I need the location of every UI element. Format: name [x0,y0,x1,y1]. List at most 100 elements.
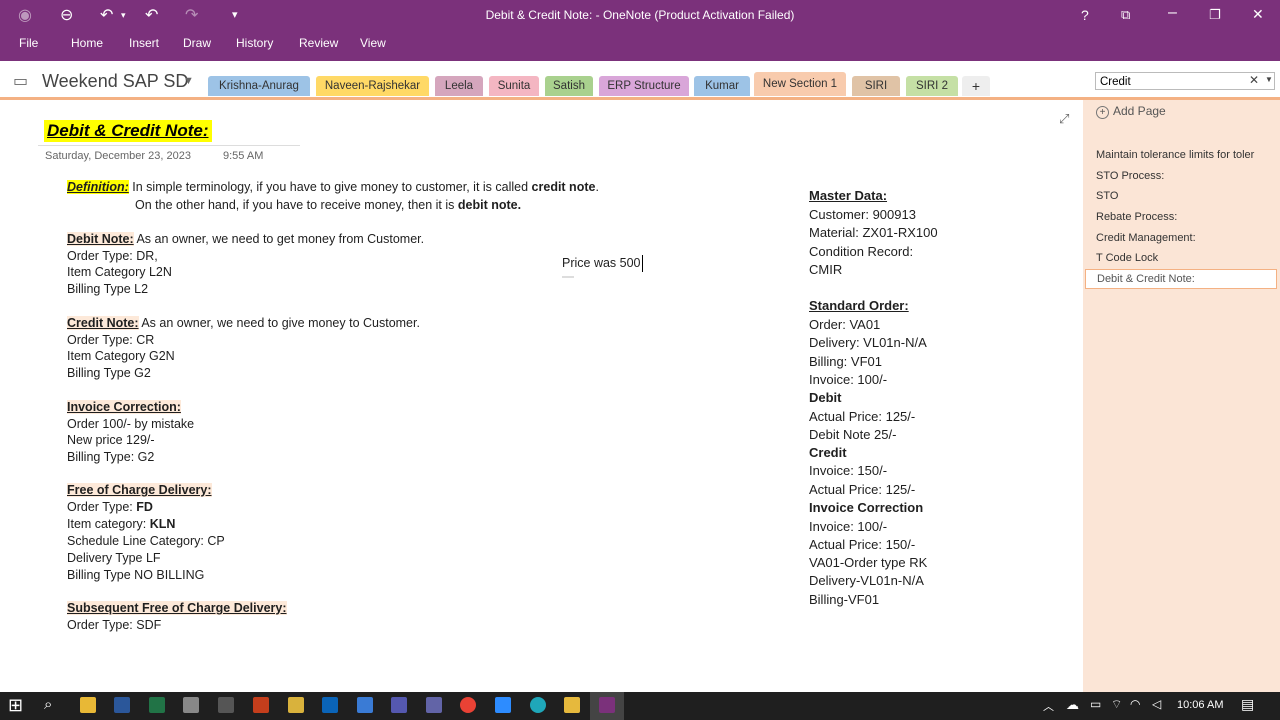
expand-icon[interactable]: ⤢ [1059,111,1069,127]
invoice-correction-heading: Invoice Correction: [67,400,181,414]
right-debit-line: Debit Note 25/- [809,427,897,442]
credit-note-heading-line: Credit Note: As an owner, we need to giv… [67,315,420,332]
invoice-correction-heading-line: Invoice Correction: [67,399,181,416]
help-icon[interactable]: ? [1081,7,1089,23]
chevron-down-icon[interactable]: ▼ [183,75,194,87]
wifi-icon[interactable]: ◠ [1130,697,1140,711]
tab-view[interactable]: View [360,36,386,50]
clear-search-icon[interactable]: ✕ [1249,73,1259,87]
std-line: Order: VA01 [809,317,881,332]
definition-line1: Definition: In simple terminology, if yo… [67,180,599,194]
cloud-icon[interactable]: ☁ [1066,697,1079,713]
credit-line: Billing Type G2 [67,366,151,380]
section-tab[interactable]: SIRI [852,76,900,96]
clock[interactable]: 10:06 AM [1177,699,1223,711]
pages-pane: + Add Page Maintain tolerance limits for … [1083,100,1280,692]
page-item[interactable]: Credit Management: [1096,232,1196,244]
credit-line: Item Category G2N [67,349,175,363]
notebook-icon[interactable]: ▭ [13,71,28,91]
file-explorer-icon[interactable] [80,697,96,713]
section-tab[interactable]: Satish [545,76,593,96]
notifications-icon[interactable]: ▤ [1241,696,1254,713]
invoice-correction-label: Invoice Correction [809,500,924,515]
app-icon[interactable] [564,697,580,713]
tab-history[interactable]: History [236,36,273,50]
page-item[interactable]: Maintain tolerance limits for toler [1096,149,1254,161]
excel-icon[interactable] [149,697,165,713]
network-icon[interactable]: ⌔ [1111,697,1122,712]
word-icon[interactable] [114,697,130,713]
right-debit-line: Actual Price: 125/- [809,409,916,424]
section-tab[interactable]: Kumar [694,76,750,96]
note-container-handle[interactable] [562,276,574,278]
invoice-line: Order 100/- by mistake [67,417,195,431]
debit-line: Billing Type L2 [67,282,149,296]
minimize-icon[interactable]: – [1168,4,1177,22]
restore-icon[interactable]: ❐ [1209,7,1221,23]
fullscreen-icon[interactable]: ⧉ [1121,7,1130,23]
settings-icon[interactable] [218,697,234,713]
page-item[interactable]: STO [1096,190,1118,202]
section-tab[interactable]: Krishna-Anurag [208,76,310,96]
windows-start-icon[interactable]: ⊞ [8,695,23,716]
battery-icon[interactable]: ▭ [1090,697,1101,711]
add-page-button[interactable]: + Add Page [1096,104,1166,119]
debit-note-heading: Debit Note: [67,232,134,246]
std-line: Billing: VF01 [809,354,882,369]
app-icon[interactable] [183,697,199,713]
notebook-name[interactable]: Weekend SAP SD [42,71,188,92]
page-canvas[interactable]: ⤢ Debit & Credit Note: Saturday, Decembe… [0,100,1083,692]
definition-text1: In simple terminology, if you have to gi… [132,180,532,194]
search-icon[interactable]: ⌕ [44,696,52,713]
debit-line: Item Category L2N [67,265,172,279]
search-scope-icon[interactable]: ▼ [1265,75,1273,84]
add-section-button[interactable]: + [962,76,990,96]
chrome-icon[interactable] [460,697,476,713]
page-item[interactable]: Rebate Process: [1096,211,1177,223]
section-tab[interactable]: Naveen-Rajshekar [316,76,429,96]
section-tab-active[interactable]: New Section 1 [754,72,846,96]
right-credit-line: Actual Price: 125/- [809,482,916,497]
foc-heading-line: Free of Charge Delivery: [67,482,212,499]
section-tab[interactable]: Leela [435,76,483,96]
tab-home[interactable]: Home [71,36,103,50]
volume-icon[interactable]: ◁ [1152,697,1161,711]
section-tab[interactable]: Sunita [489,76,539,96]
subsequent-foc-heading: Subsequent Free of Charge Delivery: [67,601,287,615]
tab-file[interactable]: File [19,36,38,50]
tab-review[interactable]: Review [299,36,338,50]
app-icon[interactable] [288,697,304,713]
tab-draw[interactable]: Draw [183,36,211,50]
edge-icon[interactable] [530,697,546,713]
title-bar: ◉ ⊖ ↶ ▾ ↶ ↷ ▾ Debit & Credit Note: - One… [0,0,1280,31]
app-icon[interactable] [357,697,373,713]
onenote-icon [599,697,615,713]
definition-text2: On the other hand, if you have to receiv… [135,198,458,212]
subsequent-foc-heading-line: Subsequent Free of Charge Delivery: [67,600,287,617]
section-tab[interactable]: ERP Structure [599,76,689,96]
page-item-selected[interactable]: Debit & Credit Note: [1085,269,1277,289]
search-input[interactable]: Credit [1095,72,1275,90]
app-icon[interactable] [253,697,269,713]
outlook-icon[interactable] [322,697,338,713]
page-title[interactable]: Debit & Credit Note: [44,120,212,142]
page-item[interactable]: T Code Lock [1096,252,1158,264]
foc-item-category: Item category: KLN [67,516,175,533]
zoom-icon[interactable] [495,697,511,713]
chevron-up-icon[interactable]: ︿ [1043,698,1054,714]
foc-order-type: Order Type: FD [67,499,153,516]
teams-icon[interactable] [426,697,442,713]
floating-note-text[interactable]: Price was 500 [562,255,643,272]
credit-line: Order Type: CR [67,333,155,347]
teams-icon[interactable] [391,697,407,713]
invoice-line: Billing Type: G2 [67,450,155,464]
section-tab[interactable]: SIRI 2 [906,76,958,96]
credit-note-heading: Credit Note: [67,316,139,330]
foc-line: Delivery Type LF [67,551,161,565]
page-item[interactable]: STO Process: [1096,170,1164,182]
credit-label: Credit [809,445,847,460]
close-icon[interactable]: ✕ [1252,6,1264,23]
tab-insert[interactable]: Insert [129,36,159,50]
onenote-taskbar-button[interactable] [590,692,624,720]
master-line: Customer: 900913 [809,207,916,222]
